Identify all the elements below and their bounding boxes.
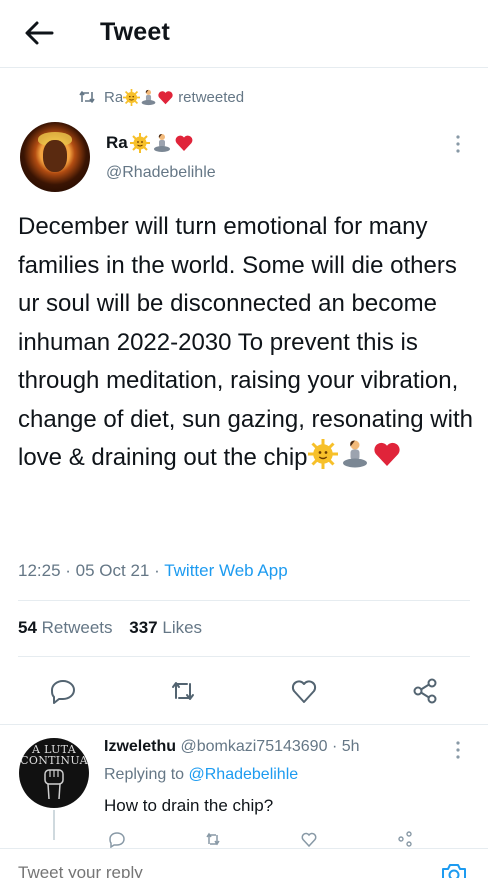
- raised-fist-icon: [44, 769, 64, 800]
- reply-input[interactable]: [18, 863, 378, 878]
- red-heart-icon: [158, 90, 173, 104]
- reply-header: Izwelethu @bomkazi75143690 · 5h: [104, 738, 360, 755]
- replying-to-handle[interactable]: @Rhadebelihle: [189, 766, 299, 783]
- thread-line: [53, 810, 55, 840]
- tweet-source-link[interactable]: Twitter Web App: [164, 561, 287, 580]
- camera-icon[interactable]: [440, 861, 468, 878]
- reply-icon[interactable]: [108, 830, 126, 848]
- more-options-icon[interactable]: [448, 132, 468, 156]
- red-heart-icon: [175, 135, 193, 151]
- retweeter-name: Ra: [104, 88, 124, 106]
- reply-age: 5h: [341, 738, 360, 755]
- top-bar: Tweet: [0, 0, 488, 68]
- retweets-count: 54: [18, 618, 37, 637]
- red-heart-icon: [373, 442, 400, 466]
- tweet-action-bar: [0, 672, 488, 712]
- reply-avatar[interactable]: A LUTA CONTINUA: [19, 738, 89, 808]
- sun-face-icon: [123, 88, 141, 106]
- sun-face-icon: [307, 439, 338, 469]
- reply-avatar-line-2: CONTINUA: [20, 754, 88, 767]
- reply-avatar-text: A LUTA CONTINUA: [19, 744, 89, 766]
- like-icon[interactable]: [300, 830, 318, 848]
- tweet-emojis: [307, 439, 402, 469]
- replying-to: Replying to @Rhadebelihle: [104, 766, 298, 784]
- reply-more-options-icon[interactable]: [448, 738, 468, 762]
- retweet-icon[interactable]: [204, 830, 222, 848]
- divider: [0, 724, 488, 725]
- author-name-text: Ra: [106, 133, 128, 152]
- reply-author-handle[interactable]: @bomkazi75143690: [180, 738, 327, 755]
- reply-author-name[interactable]: Izwelethu: [104, 738, 176, 755]
- tweet-time: 12:25: [18, 561, 61, 580]
- retweet-icon: [79, 91, 95, 103]
- tweet-timestamp: 12:25 · 05 Oct 21 · Twitter Web App: [18, 561, 288, 580]
- tweet-date: 05 Oct 21: [75, 561, 150, 580]
- retweeted-label: retweeted: [178, 88, 245, 106]
- like-icon[interactable]: [289, 676, 319, 706]
- reply-action-bar: [104, 830, 464, 848]
- back-arrow-icon[interactable]: [22, 18, 56, 48]
- tweet-text: December will turn emotional for many fa…: [18, 208, 476, 478]
- likes-count: 337: [129, 618, 158, 637]
- person-meditating-icon: [141, 89, 156, 105]
- tweet-body: December will turn emotional for many fa…: [18, 213, 473, 471]
- replying-to-prefix: Replying to: [104, 766, 185, 783]
- retweet-icon[interactable]: [168, 676, 198, 706]
- reply-icon[interactable]: [48, 676, 78, 706]
- person-meditating-icon: [342, 440, 367, 468]
- divider: [18, 656, 470, 657]
- reply-composer: [0, 848, 488, 878]
- author-avatar[interactable]: [20, 122, 90, 192]
- retweets-label: Retweets: [41, 618, 113, 637]
- share-icon[interactable]: [410, 676, 440, 706]
- divider: [18, 600, 470, 601]
- retweets-stat[interactable]: 54 Retweets: [18, 618, 113, 637]
- reply-text: How to drain the chip?: [104, 796, 274, 815]
- tweet-stats: 54 Retweets 337 Likes: [18, 618, 202, 638]
- likes-label: Likes: [162, 618, 203, 637]
- author-handle[interactable]: @Rhadebelihle: [106, 164, 216, 182]
- author-name[interactable]: Ra: [106, 133, 194, 153]
- retweet-indicator[interactable]: Ra retweeted: [78, 86, 244, 108]
- likes-stat[interactable]: 337 Likes: [129, 618, 202, 637]
- page-title: Tweet: [100, 18, 170, 46]
- sun-face-icon: [129, 133, 150, 153]
- person-meditating-icon: [153, 134, 170, 152]
- share-icon[interactable]: [396, 830, 414, 848]
